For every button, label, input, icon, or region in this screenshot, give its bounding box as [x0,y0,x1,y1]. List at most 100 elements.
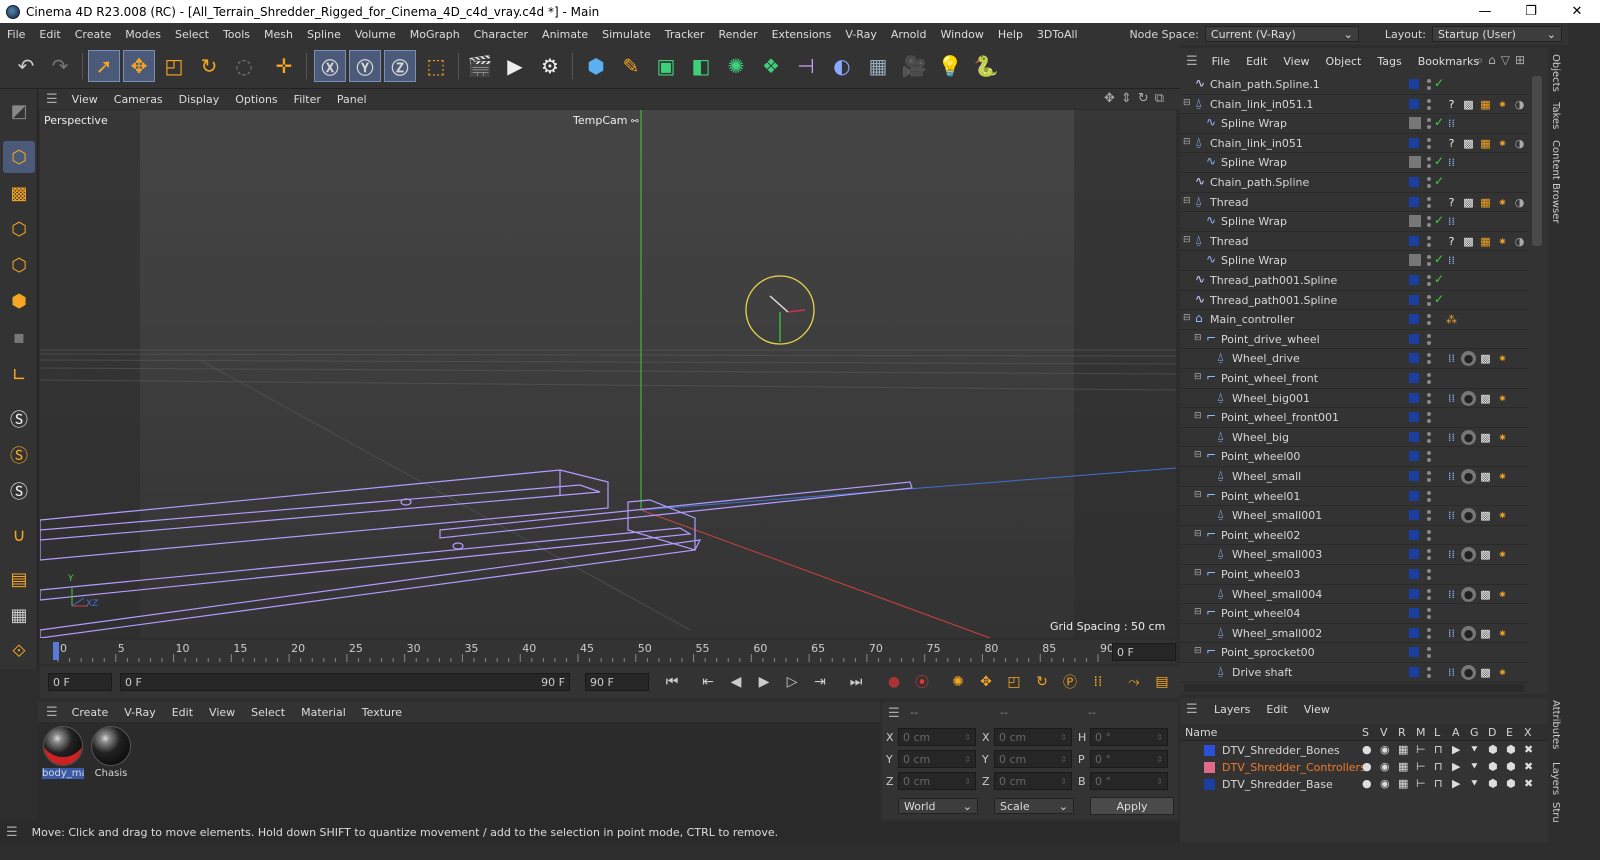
object-row[interactable]: ∿ Chain_path.Spline ✓ [1180,173,1528,193]
layer-color-swatch[interactable] [1409,510,1419,521]
create-axis-icon[interactable]: ✛ [268,50,300,82]
visibility-dots-icon[interactable] [1426,449,1432,465]
play-icon[interactable]: ▶ [752,670,776,694]
selection-tag-icon[interactable]: ⁞⁞ [1444,587,1459,602]
object-row[interactable]: ∿ Thread_path001.Spline ✓ [1180,271,1528,291]
visibility-dots-icon[interactable] [1426,195,1432,211]
object-list-scrollbar[interactable] [1532,76,1542,246]
object-row[interactable]: ⍙ Wheel_big ⁞⁞ ● ▩ ⁕ [1180,428,1528,448]
visibility-dots-icon[interactable] [1426,253,1432,269]
layer-color-swatch[interactable] [1409,235,1419,246]
field-icon[interactable]: ◐ [826,50,858,82]
viewport-menu-display[interactable]: Display [171,93,228,106]
visibility-dots-icon[interactable] [1426,371,1432,387]
layer-color-swatch[interactable] [1409,196,1419,207]
manager-icon[interactable]: ⊢ [1416,777,1426,790]
layer-color-swatch[interactable] [1409,588,1419,599]
checker-tag-icon[interactable]: ▩ [1478,391,1493,406]
menu-mesh[interactable]: Mesh [257,28,300,41]
animation-icon[interactable]: ▶ [1452,777,1460,790]
checker-tag-icon[interactable]: ▩ [1478,430,1493,445]
selection-tag-icon[interactable]: ⁞⁞ [1444,430,1459,445]
constraint-tag-icon[interactable]: ⁕ [1495,195,1510,210]
selection-tag-icon[interactable]: ⁞⁞ [1444,155,1459,170]
z-axis-lock-icon[interactable]: Ⓩ [384,50,416,82]
snap-magnet-icon[interactable]: ∪ [3,519,35,551]
material-menu-icon[interactable]: ☰ [46,705,58,720]
material-swatch[interactable]: body_ma [42,726,84,782]
texture-tag-icon[interactable]: ▦ [1478,234,1493,249]
enabled-check-icon[interactable]: ✓ [1434,292,1444,306]
expand-toggle-icon[interactable]: ⊟ [1183,235,1191,245]
close-button[interactable]: ✕ [1554,0,1600,23]
layer-row[interactable]: DTV_Shredder_Controllers ● ◉ ▦ ⊢ ⊓ ▶ ⯆ ⬢ ⬢ ✖ [1180,759,1548,776]
visible-icon[interactable]: ◉ [1380,743,1390,756]
layout-dropdown[interactable]: Startup (User) ⌄ [1432,26,1562,42]
material-tag-icon[interactable]: ● [1461,390,1476,406]
enabled-check-icon[interactable]: ✓ [1434,272,1444,286]
layer-color-swatch[interactable] [1409,471,1419,481]
material-tag-icon[interactable]: ● [1461,665,1476,680]
object-row[interactable]: ⊟ ⌐ Point_wheel_front [1180,369,1528,389]
constraint-tag-icon[interactable]: ⁕ [1495,626,1510,641]
camera-icon[interactable]: 🎥 [898,50,930,82]
expression-icon[interactable]: ⬢ [1506,760,1516,773]
menu-select[interactable]: Select [168,28,216,41]
visibility-dots-icon[interactable] [1426,430,1432,446]
scale-tool-icon[interactable]: ◰ [158,50,190,82]
menu-edit[interactable]: Edit [32,28,67,41]
selection-tag-icon[interactable]: ⁞⁞ [1444,547,1459,562]
object-row[interactable]: ⍙ Wheel_small002 ⁞⁞ ● ▩ ⁕ [1180,624,1528,644]
object-row[interactable]: ⊟ ⌐ Point_sprocket00 [1180,643,1528,663]
object-row[interactable]: ⍙ Drive shaft ⁞⁞ ● ▩ ⁕ [1180,663,1528,683]
checker-tag-icon[interactable]: ▩ [1478,665,1493,680]
checker-tag-icon[interactable]: ▩ [1461,195,1476,210]
solo-off-icon[interactable]: Ⓢ [3,403,35,435]
visibility-dots-icon[interactable] [1426,508,1432,524]
deformer-icon[interactable]: ⬢ [1488,777,1498,790]
object-row[interactable]: ⊟ ⌐ Point_drive_wheel [1180,330,1528,350]
visibility-dots-icon[interactable] [1426,175,1432,191]
record-active-objects-icon[interactable]: ● [882,670,906,694]
coord-scale-dropdown[interactable]: Scale ⌄ [994,798,1074,814]
enabled-check-icon[interactable]: ✓ [1434,154,1444,168]
generator-icon[interactable]: ⯆ [1470,777,1479,791]
texture-tag-icon[interactable]: ▦ [1478,136,1493,151]
object-row[interactable]: ⊟ ⌐ Point_wheel_front001 [1180,408,1528,428]
material-menu-view[interactable]: View [201,706,243,719]
bend-deformer-icon[interactable]: ⊣ [790,50,822,82]
coord-value-field[interactable]: 0 cm ⇕ [898,728,976,746]
visibility-dots-icon[interactable] [1426,626,1432,642]
visibility-dots-icon[interactable] [1426,293,1432,309]
checker-tag-icon[interactable]: ▩ [1478,469,1493,484]
deformer-enable-icon[interactable] [1409,254,1421,267]
render-view-icon[interactable]: 🎬 [464,50,496,82]
minimize-button[interactable]: — [1462,0,1508,23]
interpolation-icon[interactable]: ⤳ [1122,670,1146,694]
material-tag-icon[interactable]: ● [1461,547,1476,563]
menu-create[interactable]: Create [68,28,119,41]
keyframe-selection-icon[interactable]: ✺ [946,670,970,694]
visibility-dots-icon[interactable] [1426,97,1432,113]
layer-color-swatch[interactable] [1204,762,1215,773]
expression-icon[interactable]: ⬢ [1506,777,1516,790]
checker-tag-icon[interactable]: ▩ [1478,587,1493,602]
material-menu-select[interactable]: Select [243,706,293,719]
expand-toggle-icon[interactable]: ⊟ [1183,313,1191,323]
subdivision-icon[interactable]: ▣ [650,50,682,82]
render-icon[interactable]: ▦ [1398,743,1408,756]
apply-button[interactable]: Apply [1090,797,1174,815]
rotate-tool-icon[interactable]: ↻ [193,50,225,82]
solo-icon[interactable]: ● [1362,743,1372,756]
menu-render[interactable]: Render [711,28,764,41]
visibility-dots-icon[interactable] [1426,587,1432,603]
y-axis-lock-icon[interactable]: Ⓨ [349,50,381,82]
tab-objects[interactable]: Objects [1550,54,1561,92]
solo-icon[interactable]: ● [1362,760,1372,773]
layer-color-swatch[interactable] [1409,667,1419,677]
deformer-enable-icon[interactable] [1409,117,1421,130]
material-tag-icon[interactable]: ● [1461,469,1476,484]
selection-tag-icon[interactable]: ⁞⁞ [1444,665,1459,680]
timeline-window-icon[interactable]: ▤ [1150,670,1174,694]
node-space-dropdown[interactable]: Current (V-Ray) ⌄ [1204,26,1359,42]
